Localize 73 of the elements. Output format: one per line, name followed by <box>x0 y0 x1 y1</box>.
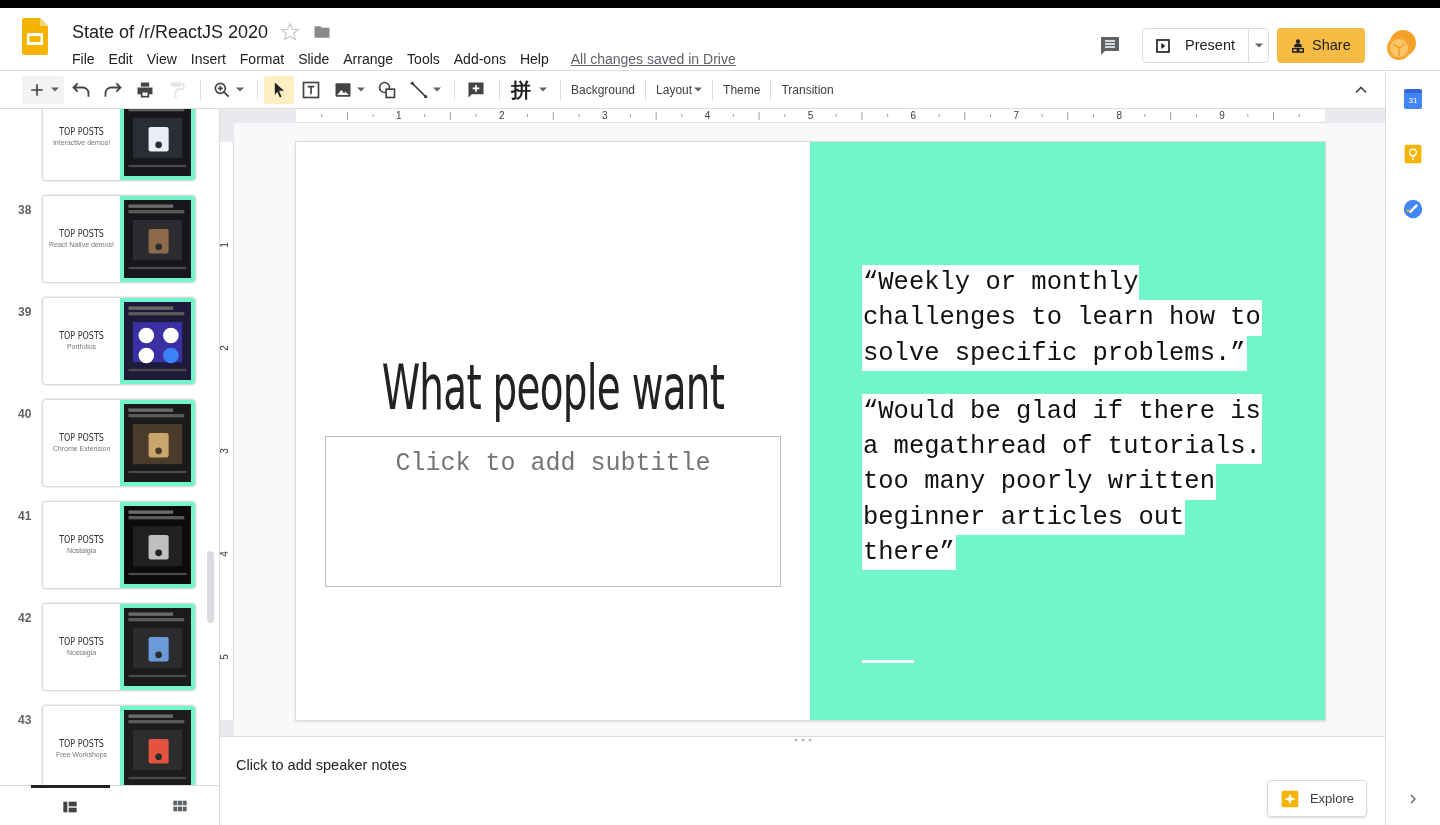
caret-icon <box>357 87 365 92</box>
thumbnail-title: TOP POSTS <box>59 227 104 240</box>
new-slide-button[interactable] <box>22 75 64 104</box>
menu-item[interactable]: Edit <box>108 48 133 70</box>
menu-item[interactable]: Format <box>239 48 285 70</box>
share-button[interactable]: Share <box>1277 28 1365 63</box>
ruler-number: 1 <box>396 109 402 123</box>
thumbnail-title: TOP POSTS <box>59 125 104 138</box>
menu-item[interactable]: Arrange <box>343 48 394 70</box>
person-link-icon <box>1290 37 1306 54</box>
thumbnail-title: TOP POSTS <box>59 329 104 342</box>
caret-icon <box>433 87 441 92</box>
calendar-day: 31 <box>1408 97 1418 105</box>
shape-icon <box>377 79 397 100</box>
ruler-number: 5 <box>807 109 814 123</box>
slide-number: 40 <box>18 407 32 421</box>
thumbnail-title: TOP POSTS <box>59 737 104 750</box>
subtitle-placeholder[interactable]: Click to add subtitle <box>325 436 781 587</box>
menu-item[interactable]: Tools <box>407 48 440 70</box>
sparkle-icon <box>1280 788 1300 809</box>
caret-icon <box>539 87 547 92</box>
ruler-number: 5 <box>219 653 230 660</box>
ruler-number: 6 <box>910 109 917 123</box>
toolbar-text-button[interactable]: Background <box>565 75 642 104</box>
line-icon <box>409 79 429 100</box>
lightbulb-note-icon <box>1403 143 1423 165</box>
ruler-number: 2 <box>499 109 505 123</box>
thumbnail-title: TOP POSTS <box>59 431 104 444</box>
menu-item[interactable]: Insert <box>190 48 226 70</box>
caret-icon <box>1254 43 1263 48</box>
menu-item[interactable]: Help <box>519 48 549 70</box>
input-tools-button[interactable]: 拼 <box>506 75 552 104</box>
drag-handle-icon[interactable] <box>792 738 813 742</box>
ruler-number: 9 <box>1219 109 1225 123</box>
slide-number: 42 <box>18 611 32 625</box>
play-icon <box>1155 37 1171 54</box>
slide-title[interactable]: What people want <box>381 353 725 423</box>
menu-item[interactable]: File <box>72 48 95 70</box>
select-tool-button[interactable] <box>264 75 294 104</box>
ruler-number: 4 <box>219 550 230 557</box>
speaker-notes-field[interactable]: Click to add speaker notes <box>236 755 407 777</box>
menu-item[interactable]: Slide <box>298 48 330 70</box>
text-box-icon <box>301 79 321 100</box>
save-status-link[interactable]: All changes saved in Drive <box>570 48 736 70</box>
toolbar-text-button[interactable]: Transition <box>775 75 840 104</box>
caret-icon <box>694 87 703 92</box>
slide-number: 43 <box>18 713 32 727</box>
ruler-number: 7 <box>1013 109 1020 123</box>
ruler-number: 4 <box>704 109 711 123</box>
toolbar-text-button[interactable]: Theme <box>717 75 767 104</box>
ruler-number: 2 <box>219 345 230 351</box>
caret-icon <box>51 87 59 92</box>
ruler-number: 3 <box>601 109 608 123</box>
explore-button[interactable]: Explore <box>1267 780 1367 817</box>
menu-item[interactable]: Add-ons <box>453 48 506 70</box>
slide-number: 39 <box>18 305 32 319</box>
placeholder-text: Click to add subtitle <box>395 449 711 479</box>
checkmark-circle-icon <box>1403 199 1423 219</box>
accent-line <box>862 660 914 664</box>
toolbar-text-button[interactable]: Layout <box>650 75 709 104</box>
document-title[interactable]: State of /r/ReactJS 2020 <box>72 18 269 46</box>
calendar-icon[interactable]: 31 <box>1404 89 1422 109</box>
scrollbar-thumb[interactable] <box>207 551 214 623</box>
menu-item[interactable]: View <box>146 48 177 70</box>
slide-number: 41 <box>18 509 32 523</box>
ruler-number: 1 <box>219 242 230 248</box>
ruler-number: 3 <box>219 447 230 454</box>
slide-number: 38 <box>18 203 32 217</box>
ruler-number: 8 <box>1116 109 1122 123</box>
star-icon[interactable] <box>280 22 301 42</box>
thumbnail-title: TOP POSTS <box>59 533 104 546</box>
thumbnail-title: TOP POSTS <box>59 635 104 648</box>
caret-icon <box>236 87 244 92</box>
